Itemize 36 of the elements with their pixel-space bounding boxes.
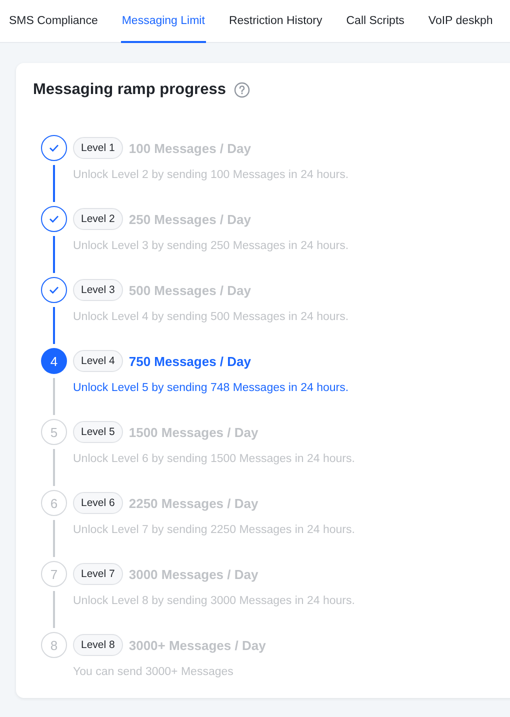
step-title: 3000+ Messages / Day (128, 638, 266, 652)
level-badge: Level 7 (73, 563, 123, 585)
step-title: 750 Messages / Day (128, 354, 251, 368)
step-title: 2250 Messages / Day (128, 496, 258, 510)
tab[interactable]: VoIP deskph (427, 0, 494, 43)
tab[interactable]: Call Scripts (345, 0, 406, 43)
step-title: 250 Messages / Day (128, 212, 251, 226)
step-number: 6 (41, 490, 67, 516)
step-description: Unlock Level 4 by sending 500 Messages in 24 hours. (73, 311, 350, 323)
help-icon[interactable] (234, 82, 250, 98)
step-number: 5 (41, 419, 67, 445)
level-badge: Level 4 (73, 350, 123, 372)
step-title: 1500 Messages / Day (128, 424, 258, 440)
level-badge: Level 2 (73, 208, 123, 230)
step-description: Unlock Level 2 by sending 100 Messages in 24 hours. (73, 169, 350, 181)
step-number: 7 (41, 561, 67, 587)
step-description: Unlock Level 8 by sending 3000 Messages in 24 hours. (73, 595, 356, 607)
step-description: Unlock Level 6 by sending 1500 Messages in 24 hours. (73, 453, 356, 465)
step-description: Unlock Level 5 by sending 748 Messages in 24 hours. (73, 382, 350, 394)
tab[interactable]: Restriction History (228, 0, 324, 43)
tab[interactable]: SMS Compliance (8, 0, 99, 43)
step-title: 100 Messages / Day (128, 140, 251, 156)
level-badge: Level 5 (73, 421, 123, 443)
step-description: Unlock Level 3 by sending 250 Messages in 24 hours. (73, 240, 350, 252)
step-description: You can send 3000+ Messages (73, 666, 234, 678)
step-number: 8 (41, 632, 67, 658)
level-badge: Level 8 (73, 634, 123, 656)
level-badge: Level 6 (73, 492, 123, 514)
level-badge: Level 1 (73, 137, 123, 159)
step-title: 500 Messages / Day (128, 282, 251, 298)
step-description: Unlock Level 7 by sending 2250 Messages in 24 hours. (73, 524, 356, 536)
card-title: Messaging ramp progress (33, 81, 226, 99)
step-number: 4 (41, 348, 67, 374)
level-badge: Level 3 (73, 279, 123, 301)
tab[interactable]: Messaging Limit (120, 0, 206, 43)
step-title: 3000 Messages / Day (128, 566, 258, 582)
